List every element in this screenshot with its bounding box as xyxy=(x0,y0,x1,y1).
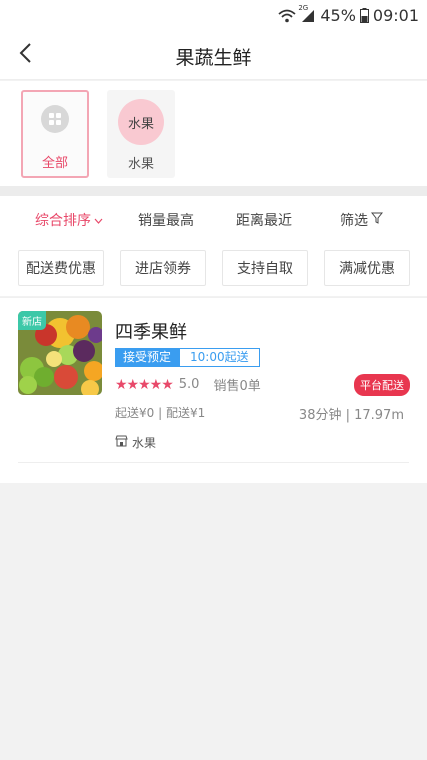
tag-delivery-discount[interactable]: 配送费优惠 xyxy=(18,250,104,286)
sort-label: 综合排序 xyxy=(35,213,91,229)
status-icons: 2G 45% 09:01 xyxy=(278,4,419,25)
preorder-tag: 接受预定 xyxy=(115,348,180,367)
battery-icon xyxy=(359,8,369,23)
distance-info: 38分钟 | 17.97m xyxy=(298,408,404,423)
category-fruit[interactable]: 水果 水果 xyxy=(107,90,175,178)
sort-label: 销量最高 xyxy=(138,213,194,229)
top-nav: 果蔬生鲜 xyxy=(0,30,427,80)
battery-percent: 45% xyxy=(320,6,356,25)
platform-delivery-badge: 平台配送 xyxy=(354,374,410,396)
category-label: 全部 xyxy=(41,156,68,171)
signal-icon: 2G xyxy=(298,4,316,23)
new-shop-badge: 新店 xyxy=(18,311,46,330)
rating-row: ★★★★★ 5.0 销售0单 xyxy=(115,375,261,395)
clock: 09:01 xyxy=(372,6,419,25)
status-bar: 2G 45% 09:01 xyxy=(0,0,427,30)
sort-comprehensive[interactable]: 综合排序 xyxy=(35,210,103,230)
star-rating-icon: ★★★★★ xyxy=(115,376,174,393)
store-icon xyxy=(115,435,128,450)
category-all[interactable]: 全部 xyxy=(21,90,89,178)
sort-label: 距离最近 xyxy=(236,213,292,229)
grid-icon xyxy=(41,105,69,133)
network-label: 2G xyxy=(298,3,309,12)
tag-full-reduction[interactable]: 满减优惠 xyxy=(324,250,410,286)
sort-distance[interactable]: 距离最近 xyxy=(236,210,292,230)
sales-count: 销售0单 xyxy=(213,379,261,394)
shop-image: 新店 xyxy=(18,311,102,395)
page-title: 果蔬生鲜 xyxy=(175,47,252,69)
tag-store-coupon[interactable]: 进店领券 xyxy=(120,250,206,286)
sort-label: 筛选 xyxy=(340,213,368,229)
shop-card[interactable]: 新店 四季果鲜 接受预定 10:00起送 ★★★★★ 5.0 销售0单 平台配送… xyxy=(0,298,427,463)
rating-value: 5.0 xyxy=(178,377,200,392)
sort-row: 综合排序 销量最高 距离最近 筛选 xyxy=(0,196,427,240)
category-label: 水果 xyxy=(127,157,154,172)
shop-list: 新店 四季果鲜 接受预定 10:00起送 ★★★★★ 5.0 销售0单 平台配送… xyxy=(0,297,427,483)
category-circle: 水果 xyxy=(118,99,164,145)
start-time-tag: 10:00起送 xyxy=(179,348,260,367)
shop-category: 水果 xyxy=(115,434,156,451)
shop-tags: 接受预定 10:00起送 xyxy=(115,348,260,367)
chevron-down-icon xyxy=(94,212,103,228)
wifi-icon xyxy=(278,9,296,23)
tag-self-pickup[interactable]: 支持自取 xyxy=(222,250,308,286)
shop-name: 四季果鲜 xyxy=(115,322,187,343)
sort-sales[interactable]: 销量最高 xyxy=(138,210,194,230)
shop-category-label: 水果 xyxy=(132,436,157,450)
category-bar: 全部 水果 水果 xyxy=(0,81,427,186)
funnel-icon xyxy=(370,212,384,228)
filter-button[interactable]: 筛选 xyxy=(340,210,384,230)
fee-info: 起送¥0 | 配送¥1 xyxy=(115,406,206,420)
divider xyxy=(18,462,409,463)
filter-panel: 综合排序 销量最高 距离最近 筛选 配送费优惠 进店领券 支持自取 满减优惠 xyxy=(0,196,427,296)
quick-filter-row: 配送费优惠 进店领券 支持自取 满减优惠 xyxy=(0,250,427,286)
section-divider xyxy=(0,186,427,196)
